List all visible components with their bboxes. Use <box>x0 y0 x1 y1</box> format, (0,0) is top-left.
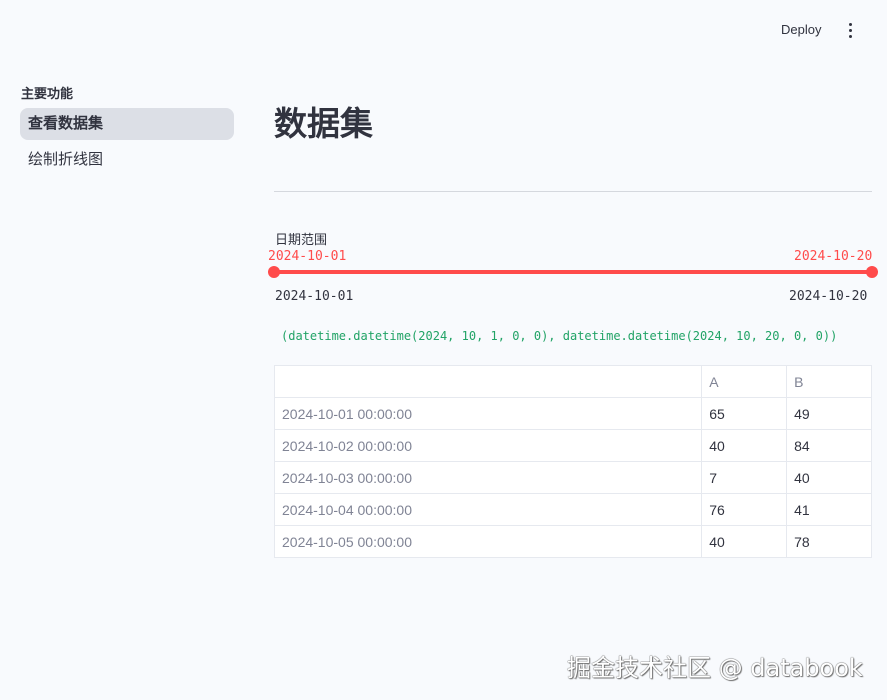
menu-dot <box>848 22 852 26</box>
cell-a[interactable]: 40 <box>701 525 788 558</box>
sidebar-heading: 主要功能 <box>21 86 74 101</box>
cell-a[interactable]: 65 <box>701 397 788 430</box>
table-row: 2024-10-05 00:00:00 40 78 <box>273 525 872 558</box>
cell-b[interactable]: 78 <box>786 525 872 558</box>
page-title: 数据集 <box>274 105 373 142</box>
table-row: 2024-10-03 00:00:00 7 40 <box>273 461 872 494</box>
index-column-header[interactable] <box>273 365 703 398</box>
slider-end-handle[interactable] <box>866 266 878 278</box>
slider-end-value: 2024-10-20 <box>794 249 873 264</box>
cell-a[interactable]: 40 <box>701 429 788 462</box>
slider-max-label: 2024-10-20 <box>789 289 868 304</box>
table-row: 2024-10-01 00:00:00 65 49 <box>273 397 872 430</box>
menu-dot <box>848 34 852 38</box>
row-index-cell[interactable]: 2024-10-01 00:00:00 <box>273 397 703 430</box>
sidebar-item-draw-line-chart[interactable]: 绘制折线图 <box>20 144 234 176</box>
date-range-slider-track[interactable] <box>274 270 872 274</box>
column-header-a[interactable]: A <box>701 365 788 398</box>
row-index-cell[interactable]: 2024-10-02 00:00:00 <box>273 429 703 462</box>
cell-b[interactable]: 41 <box>786 493 872 526</box>
cell-a[interactable]: 7 <box>701 461 788 494</box>
cell-a[interactable]: 76 <box>701 493 788 526</box>
slider-start-value: 2024-10-01 <box>268 249 347 264</box>
table-row: 2024-10-04 00:00:00 76 41 <box>273 493 872 526</box>
datetime-output: (datetime.datetime(2024, 10, 1, 0, 0), d… <box>281 329 838 343</box>
divider <box>274 191 872 192</box>
sidebar-item-view-dataset[interactable]: 查看数据集 <box>20 108 234 140</box>
menu-dot <box>848 28 852 32</box>
slider-min-label: 2024-10-01 <box>275 289 354 304</box>
cell-b[interactable]: 40 <box>786 461 872 494</box>
watermark: 掘金技术社区 @ databook <box>567 654 863 682</box>
column-header-b[interactable]: B <box>786 365 872 398</box>
data-table: A B 2024-10-01 00:00:00 65 49 2024-10-02… <box>273 365 872 558</box>
sidebar: 主要功能 查看数据集 绘制折线图 <box>0 0 250 700</box>
cell-b[interactable]: 84 <box>786 429 872 462</box>
table-row: 2024-10-02 00:00:00 40 84 <box>273 429 872 462</box>
row-index-cell[interactable]: 2024-10-05 00:00:00 <box>273 525 703 558</box>
date-range-label: 日期范围 <box>275 232 328 247</box>
row-index-cell[interactable]: 2024-10-04 00:00:00 <box>273 493 703 526</box>
cell-b[interactable]: 49 <box>786 397 872 430</box>
deploy-button[interactable]: Deploy <box>773 18 829 42</box>
slider-start-handle[interactable] <box>268 266 280 278</box>
row-index-cell[interactable]: 2024-10-03 00:00:00 <box>273 461 703 494</box>
more-vertical-icon[interactable] <box>838 18 862 42</box>
table-header-row: A B <box>273 365 872 398</box>
